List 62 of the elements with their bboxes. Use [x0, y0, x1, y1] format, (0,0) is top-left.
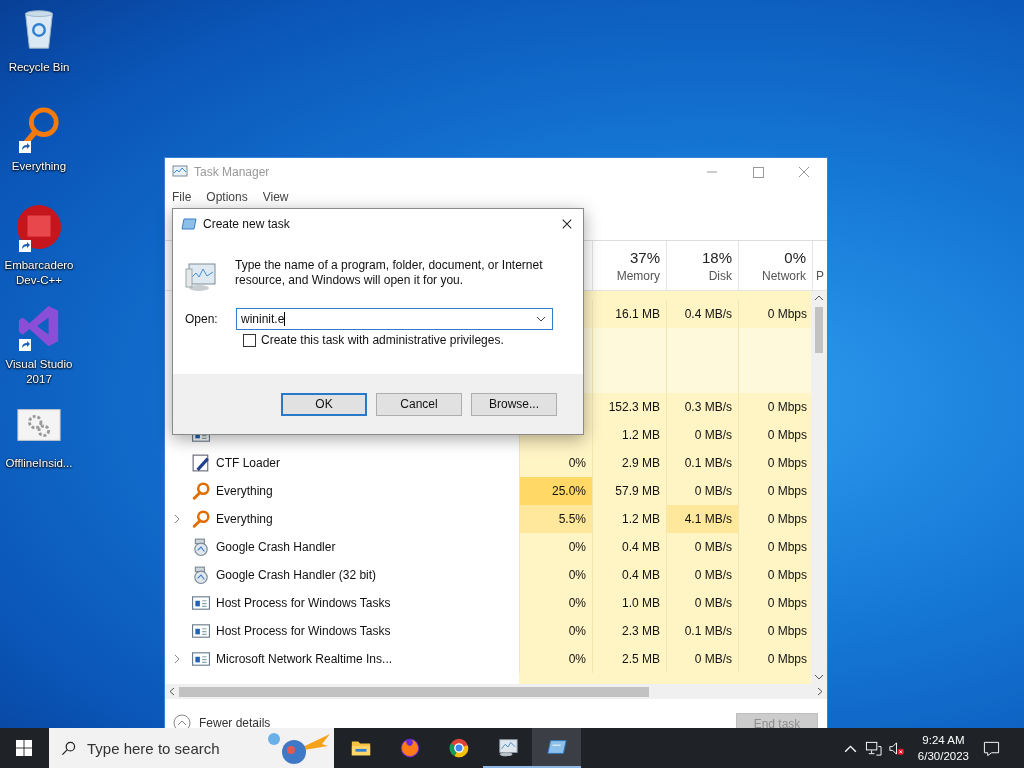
process-name: Everything: [216, 512, 273, 526]
browser-icon: [447, 737, 470, 759]
monitor-icon: [172, 164, 188, 180]
menu-item[interactable]: File: [171, 188, 199, 206]
menu-item[interactable]: View: [261, 188, 296, 206]
column-header[interactable]: 0% Network: [738, 241, 812, 290]
chevron-icon[interactable]: [173, 514, 181, 524]
table-cell: [666, 328, 738, 393]
chevron-icon[interactable]: [173, 654, 181, 664]
taskbar-app[interactable]: [532, 728, 581, 768]
cpu-cell: 5.5%: [519, 505, 592, 533]
column-header[interactable]: P: [812, 241, 829, 290]
shortcut-arrow-icon: [19, 339, 31, 351]
close-icon[interactable]: [561, 217, 573, 230]
dialog-button[interactable]: Browse...: [471, 392, 557, 416]
desktop-icon-label[interactable]: Recycle Bin: [8, 60, 70, 75]
clock-time[interactable]: 9:24 AM: [922, 732, 965, 748]
process-name: Host Process for Windows Tasks: [216, 596, 391, 610]
vertical-scrollbar[interactable]: [811, 291, 827, 684]
process-name: Google Crash Handler: [216, 540, 336, 554]
desktop-icon-label[interactable]: Visual Studio 2017: [1, 357, 77, 387]
network-icon[interactable]: [864, 739, 882, 757]
desktop-icon-label[interactable]: OfflineInsid...: [5, 456, 73, 471]
notifications-icon[interactable]: [983, 739, 1000, 757]
fewer-details-link[interactable]: Fewer details: [199, 714, 271, 728]
collapse-icon[interactable]: [173, 714, 191, 728]
scroll-thumb[interactable]: [815, 307, 823, 353]
open-combo-box[interactable]: wininit.e: [236, 308, 553, 330]
fox-browser-icon: [398, 737, 421, 759]
menu-item[interactable]: Options: [205, 188, 255, 206]
speaker-icon[interactable]: [887, 739, 905, 757]
dialog-button[interactable]: OK: [281, 392, 367, 416]
desktop-icon-label[interactable]: Everything: [11, 159, 67, 174]
process-name: Everything: [216, 484, 273, 498]
window-title: Task Manager: [194, 165, 270, 179]
search-box[interactable]: Type here to search: [49, 728, 334, 768]
dialog-title: Create new task: [203, 216, 290, 231]
process-name: Microsoft Network Realtime Ins...: [216, 652, 393, 666]
run-icon: [181, 217, 197, 230]
search-icon: [61, 740, 76, 756]
clock-date[interactable]: 6/30/2023: [917, 748, 969, 764]
scroll-thumb[interactable]: [179, 686, 649, 697]
checkbox-label[interactable]: Create this task with administrative privileges.: [261, 333, 504, 347]
monitor-icon: [496, 736, 519, 758]
admin-checkbox[interactable]: [243, 333, 256, 347]
cpu-cell: 25.0%: [519, 477, 592, 505]
disk-cell: 4.1 MB/s: [666, 505, 738, 533]
dev-logo-icon[interactable]: [16, 204, 62, 250]
monitor-icon: [185, 261, 217, 293]
horizontal-scrollbar[interactable]: [165, 684, 827, 699]
process-name: Google Crash Handler (32 bit): [216, 568, 377, 582]
shortcut-arrow-icon: [19, 240, 31, 252]
column-header[interactable]: 18% Disk: [666, 241, 738, 290]
process-name: Host Process for Windows Tasks: [216, 624, 391, 638]
desktop-icon-label[interactable]: Embarcadero Dev-C++: [1, 258, 77, 288]
dialog-message: Type the name of a program, folder, document, or Internet resource, and Windows will open it for you.: [235, 258, 544, 288]
process-name: CTF Loader: [216, 456, 281, 470]
dialog-button[interactable]: Cancel: [376, 392, 462, 416]
shortcut-arrow-icon: [19, 141, 31, 153]
windows-logo-icon[interactable]: [16, 740, 32, 756]
column-header[interactable]: 37% Memory: [592, 241, 666, 290]
open-label: Open:: [185, 312, 219, 326]
